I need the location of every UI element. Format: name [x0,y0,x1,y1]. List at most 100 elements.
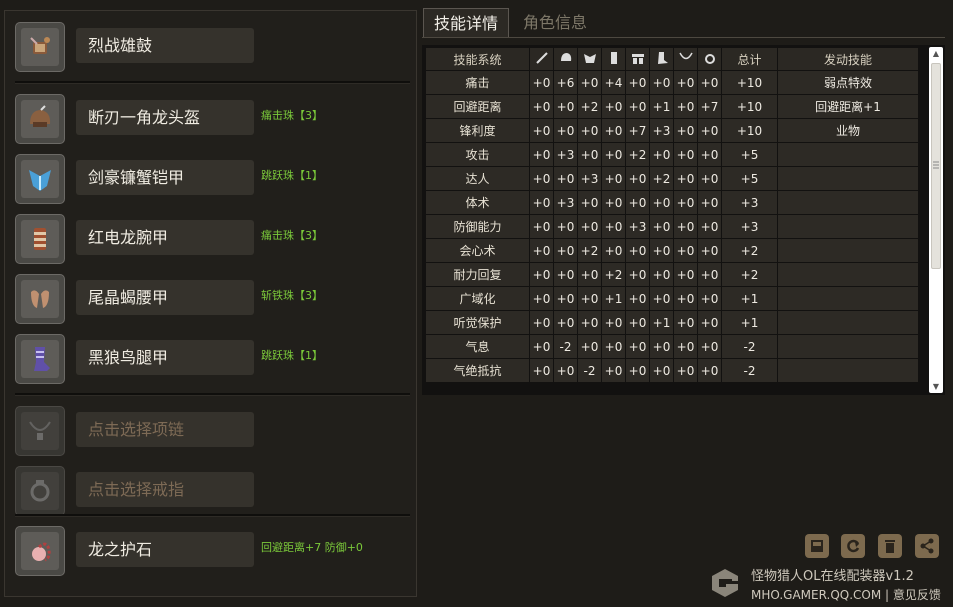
skill-row: 防御能力 +0 +0 +0 +0 +3 +0 +0 +0 +3 [425,214,919,239]
delete-button[interactable] [878,534,902,558]
active-skill-cell [777,262,919,287]
skill-name-cell: 锋利度 [425,118,530,143]
section-divider [15,393,410,396]
leg-col-icon [649,47,674,71]
equipment-slot[interactable] [15,526,65,576]
skill-value-cell: +0 [697,190,722,215]
brand-link[interactable]: MHO.GAMER.QQ.COM | 意见反馈 [751,586,941,603]
skill-value-cell: +7 [625,118,650,143]
tab-character-info[interactable]: 角色信息 [510,8,600,38]
skill-value-cell: +0 [553,262,578,287]
skill-row: 会心术 +0 +0 +2 +0 +0 +0 +0 +0 +2 [425,238,919,263]
equipment-row: 龙之护石 回避距离+7 防御+0 [15,526,415,576]
skill-value-cell: +0 [625,190,650,215]
skill-value-cell: +0 [649,70,674,95]
skill-value-cell: +0 [673,70,698,95]
skill-value-cell: +0 [601,358,626,383]
equipment-slot[interactable] [15,466,65,516]
arm-armor-icon [21,220,59,258]
equipment-slot[interactable] [15,94,65,144]
skill-name-cell: 回避距离 [425,94,530,119]
skill-total-cell: +5 [721,166,778,191]
skill-value-cell: +0 [697,142,722,167]
grip-icon [933,161,939,169]
talisman-icon [21,532,59,570]
refresh-button[interactable] [841,534,865,558]
active-skill-cell [777,142,919,167]
skill-row: 体术 +0 +3 +0 +0 +0 +0 +0 +0 +3 [425,190,919,215]
skill-value-cell: +1 [649,310,674,335]
skill-total-cell: +2 [721,262,778,287]
ring-col-icon [697,47,722,71]
skill-value-cell: +0 [577,310,602,335]
skill-total-cell: +10 [721,118,778,143]
equipment-name[interactable]: 红电龙腕甲 [76,220,254,255]
necklace-col-icon [673,47,698,71]
weapon-col-icon [529,47,554,71]
equipment-name[interactable]: 点击选择项链 [76,412,254,447]
skill-value-cell: +0 [697,310,722,335]
skill-table-body: 痛击 +0 +6 +0 +4 +0 +0 +0 +0 +10 弱点特效 回避距离 +0 +0 +2 +0 +0 +… [425,70,919,383]
header-total: 总计 [721,47,778,71]
skill-row: 痛击 +0 +6 +0 +4 +0 +0 +0 +0 +10 弱点特效 [425,70,919,95]
equipment-slot[interactable] [15,406,65,456]
equipment-name[interactable]: 点击选择戒指 [76,472,254,507]
equipment-name[interactable]: 断刃一角龙头盔 [76,100,254,135]
active-skill-cell [777,286,919,311]
skill-name-cell: 攻击 [425,142,530,167]
equipment-name[interactable]: 龙之护石 [76,532,254,567]
section-divider [15,81,410,84]
helmet-icon [21,100,59,138]
skill-value-cell: +0 [553,286,578,311]
skill-value-cell: +0 [601,310,626,335]
share-icon [919,538,935,554]
equipment-slot[interactable] [15,334,65,384]
active-skill-cell [777,358,919,383]
skill-total-cell: -2 [721,334,778,359]
equipment-row: 断刃一角龙头盔 痛击珠【3】 [15,94,415,144]
skill-value-cell: +0 [673,262,698,287]
skill-row: 锋利度 +0 +0 +0 +0 +7 +3 +0 +0 +10 业物 [425,118,919,143]
skill-value-cell: +0 [673,310,698,335]
skill-value-cell: +0 [577,142,602,167]
skill-value-cell: +0 [529,166,554,191]
skill-value-cell: +0 [697,358,722,383]
scroll-down-arrow-icon[interactable]: ▼ [929,382,943,391]
equipment-name[interactable]: 烈战雄鼓 [76,28,254,63]
equipment-gem-text: 回避距离+7 防御+0 [261,541,363,554]
skill-total-cell: +5 [721,142,778,167]
scrollbar-thumb[interactable] [931,63,941,269]
skill-total-cell: +1 [721,286,778,311]
skill-total-cell: +3 [721,190,778,215]
equipment-name[interactable]: 剑豪镰蟹铠甲 [76,160,254,195]
equipment-slot[interactable] [15,214,65,264]
equipment-slot[interactable] [15,22,65,72]
skill-value-cell: +0 [529,358,554,383]
skill-value-cell: +0 [625,94,650,119]
skill-value-cell: +2 [577,238,602,263]
skill-name-cell: 体术 [425,190,530,215]
equipment-slot[interactable] [15,154,65,204]
brand-title: 怪物猎人OL在线配装器v1.2 [751,569,914,584]
equipment-name[interactable]: 黑狼鸟腿甲 [76,340,254,375]
skill-row: 气绝抵抗 +0 +0 -2 +0 +0 +0 +0 +0 -2 [425,358,919,383]
equipment-row: 点击选择项链 [15,406,415,456]
equipment-name[interactable]: 尾晶蝎腰甲 [76,280,254,315]
ring-icon [21,472,59,510]
skill-value-cell: +0 [529,310,554,335]
save-button[interactable] [805,534,829,558]
skill-value-cell: +0 [553,358,578,383]
scroll-up-arrow-icon[interactable]: ▲ [929,49,943,58]
skill-value-cell: +0 [529,238,554,263]
share-button[interactable] [915,534,939,558]
active-skill-cell [777,214,919,239]
equipment-gem-text: 痛击珠【3】 [261,109,323,122]
equipment-row: 点击选择戒指 [15,466,415,516]
equipment-slot[interactable] [15,274,65,324]
skill-value-cell: +0 [673,190,698,215]
table-scrollbar[interactable]: ▲ ▼ [929,47,943,393]
tab-skill-detail[interactable]: 技能详情 [423,8,509,38]
skill-value-cell: +0 [601,118,626,143]
skill-total-cell: +2 [721,238,778,263]
skill-value-cell: +0 [577,214,602,239]
